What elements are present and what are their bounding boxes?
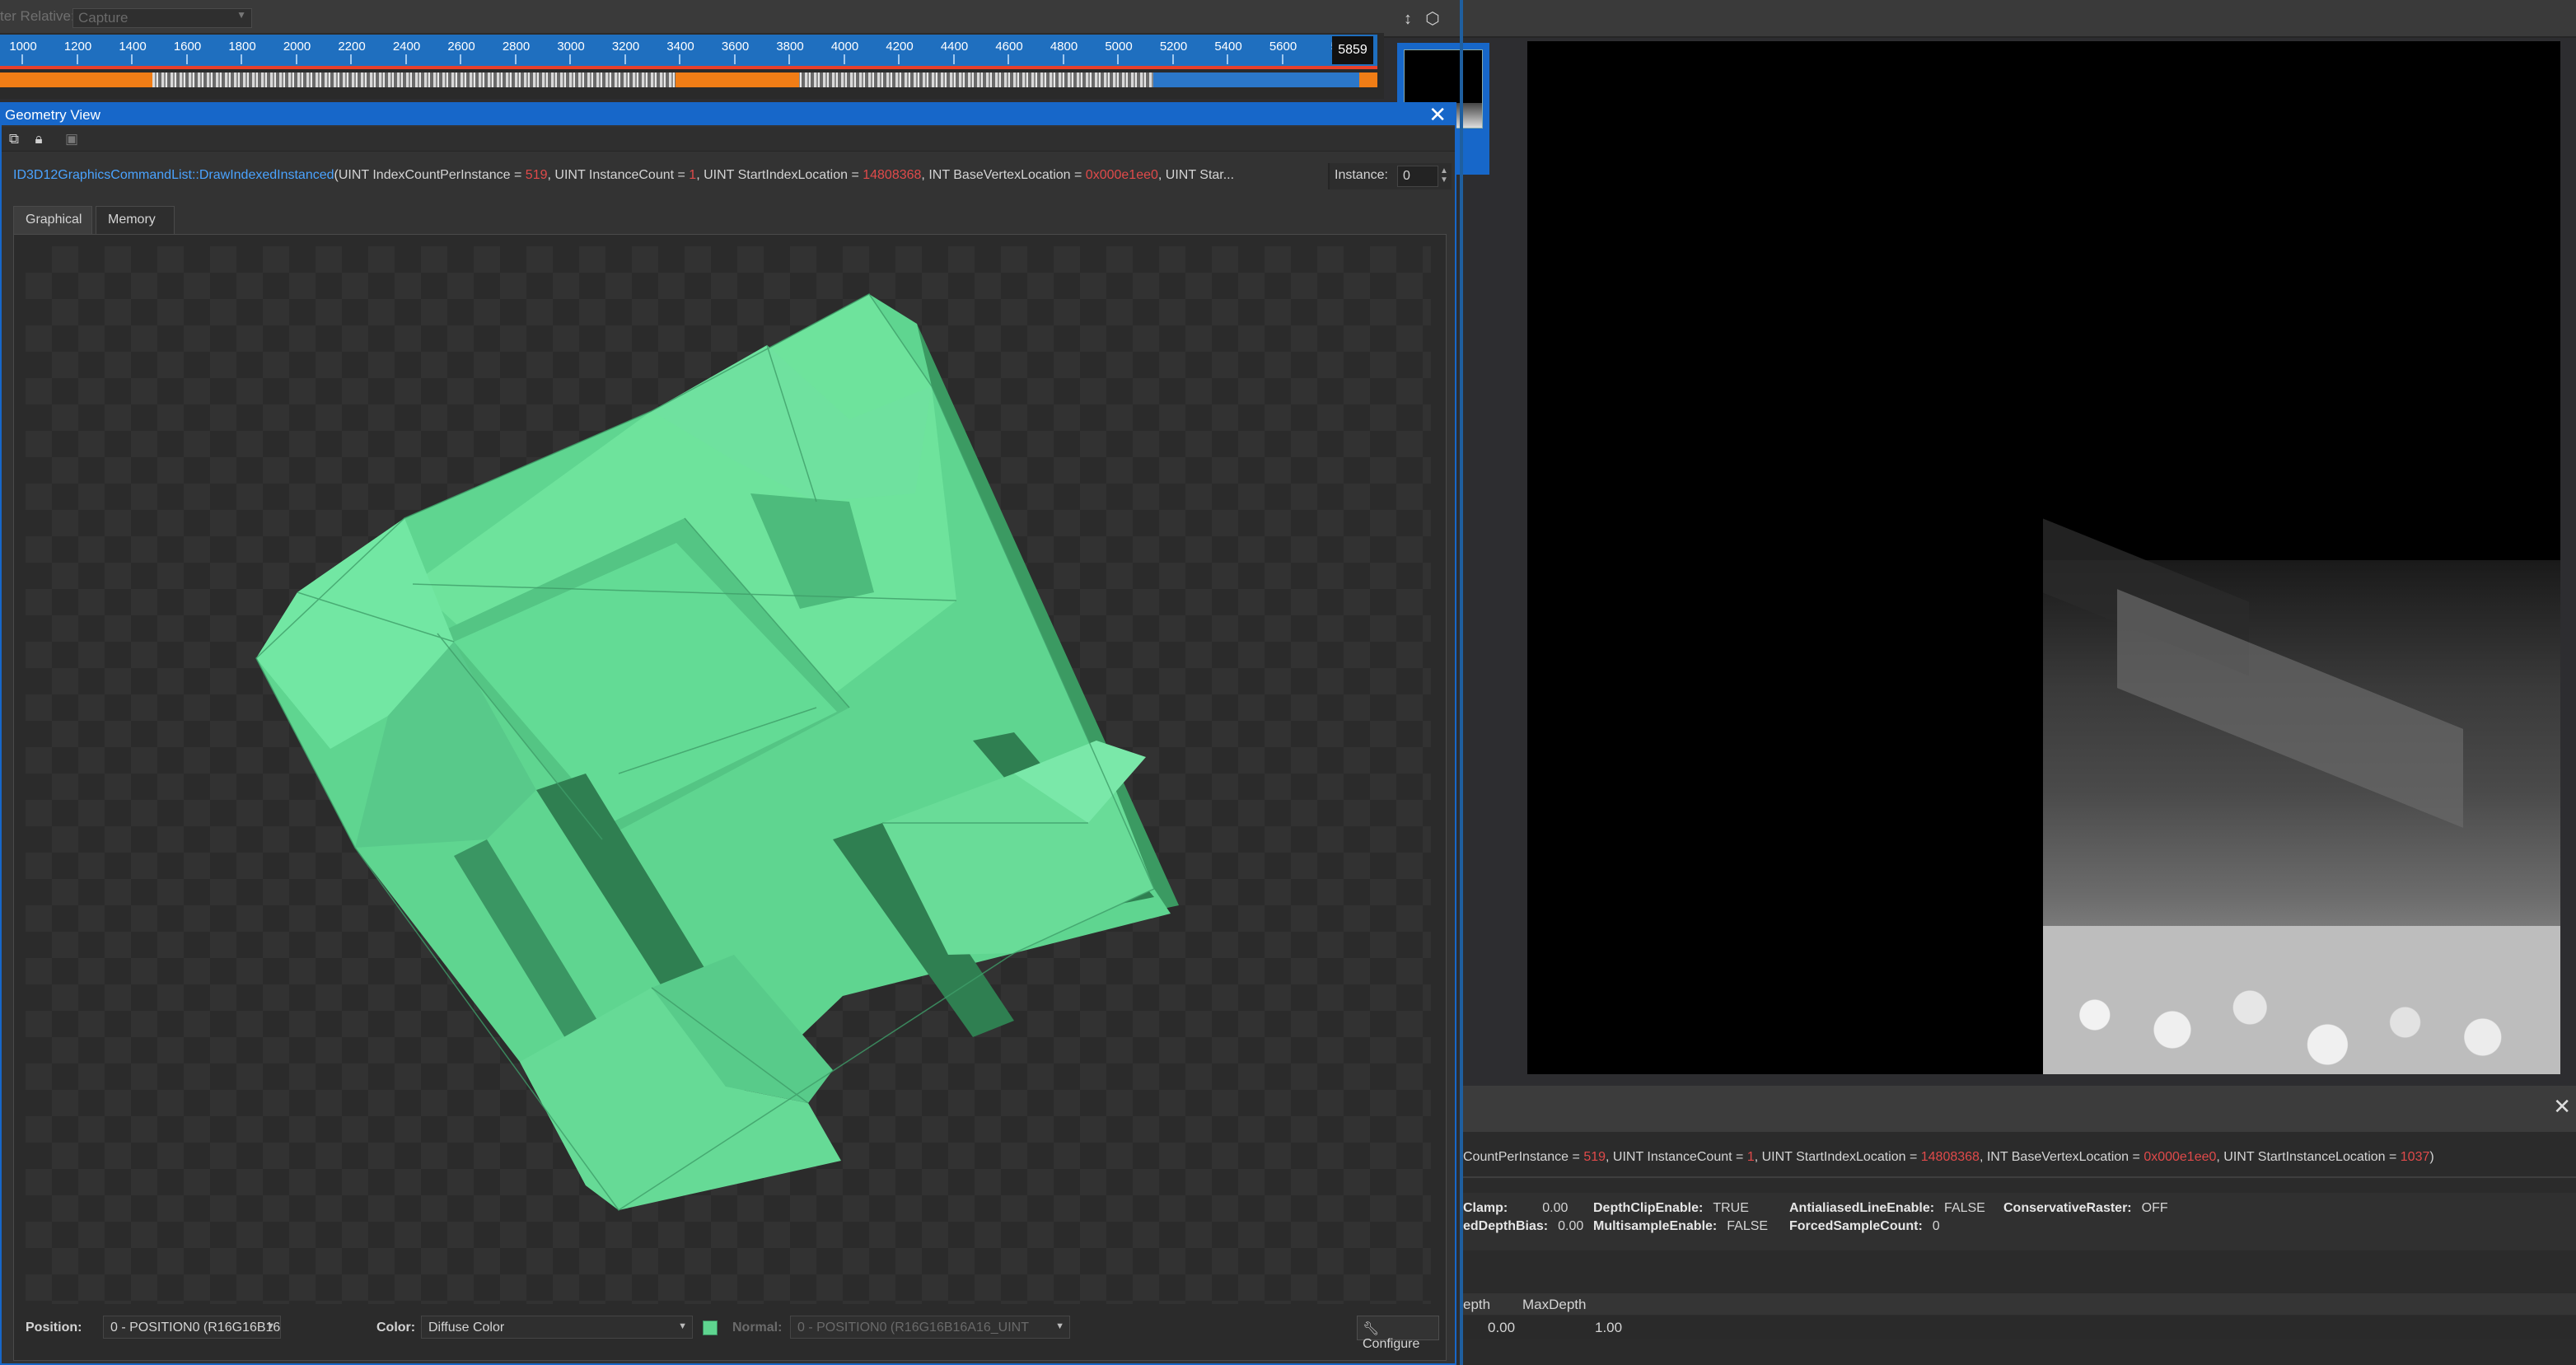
timeline-tick-label: 3200	[611, 40, 640, 54]
timeline-tick-label: 5000	[1105, 40, 1133, 54]
mesh-geometry	[255, 293, 1179, 1212]
timeline-ruler[interactable]: 1000 1200 1400 1600 1800 2000 2200 2400 2600 2800…	[0, 35, 1377, 66]
tab-memory[interactable]: Memory	[96, 206, 175, 234]
timeline-tick-label: 4000	[830, 40, 859, 54]
instance-label: Instance:	[1335, 168, 1388, 182]
render-target-viewport[interactable]	[1527, 41, 2560, 1074]
slope-depth-bias-field: edDepthBias: 0.00	[1463, 1219, 1584, 1233]
table-row: 0.00 1.00	[1463, 1316, 2576, 1339]
color-label: Color:	[376, 1321, 416, 1335]
graphical-panel: Position: 0 - POSITION0 (R16G16B16A16_UI…	[13, 234, 1447, 1361]
timeline-tick-label: 3400	[666, 40, 694, 54]
event-details-header: ✕	[1463, 1086, 2576, 1132]
timeline[interactable]: 1000 1200 1400 1600 1800 2000 2200 2400 2600 2800…	[0, 35, 1384, 99]
normal-label: Normal:	[732, 1321, 783, 1335]
timeline-tick-label: 1000	[9, 40, 37, 54]
timeline-tick-label: 4800	[1050, 40, 1078, 54]
timeline-tick-label: 2600	[447, 40, 475, 54]
column-header: epth	[1463, 1297, 1491, 1312]
forced-sample-count-field: ForcedSampleCount: 0	[1789, 1219, 1940, 1233]
viewport-table-header: epth MaxDepth	[1463, 1293, 2576, 1315]
close-icon[interactable]: ✕	[1428, 102, 1447, 128]
timeline-tick-label: 5600	[1269, 40, 1297, 54]
normal-select[interactable]: 0 - POSITION0 (R16G16B16A16_UINT ▼	[790, 1316, 1070, 1339]
timeline-tick-label: 1200	[63, 40, 92, 54]
configure-button[interactable]: 🔧︎ Configure	[1357, 1316, 1439, 1351]
timeline-tick-label: 5400	[1214, 40, 1242, 54]
timeline-cursor-label: 5859	[1332, 36, 1373, 64]
chevron-down-icon: ▼	[1055, 1321, 1064, 1331]
timeline-selection	[1153, 72, 1359, 87]
column-header: MaxDepth	[1522, 1297, 1587, 1312]
chevron-down-icon: ▼	[266, 1321, 275, 1331]
multisample-enable-field: MultisampleEnable: FALSE	[1593, 1219, 1769, 1233]
depth-clip-enable-field: DepthClipEnable: TRUE	[1593, 1201, 1749, 1215]
function-link[interactable]: ID3D12GraphicsCommandList::DrawIndexedIn…	[13, 168, 334, 182]
timeline-tick-label: 2800	[502, 40, 531, 54]
resize-vertical-icon[interactable]: ↕	[1397, 8, 1419, 30]
timeline-tick-label: 1400	[119, 40, 147, 54]
event-call-signature: CountPerInstance = 519, UINT InstanceCou…	[1463, 1150, 2434, 1164]
tab-graphical[interactable]: Graphical	[13, 206, 92, 234]
divider	[1463, 1176, 2576, 1178]
instance-stepper[interactable]: ▲ ▼	[1440, 166, 1450, 185]
window-titlebar[interactable]: Geometry View ✕	[2, 102, 1455, 128]
table-cell: 0.00	[1488, 1320, 1516, 1335]
table-cell: 1.00	[1595, 1320, 1623, 1335]
position-select[interactable]: 0 - POSITION0 (R16G16B16A16_UINT ▼	[103, 1316, 281, 1339]
timeline-tick-label: 2400	[392, 40, 421, 54]
lock-icon[interactable]: 🔒︎	[30, 130, 48, 148]
timeline-tick-label: 4400	[940, 40, 969, 54]
geometry-options-bar: Position: 0 - POSITION0 (R16G16B16A16_UI…	[26, 1309, 1439, 1351]
position-label: Position:	[26, 1321, 82, 1335]
conservative-raster-field: ConservativeRaster: OFF	[2003, 1201, 2168, 1215]
instance-input[interactable]: 0	[1397, 166, 1438, 187]
timeline-event-track[interactable]	[0, 72, 1377, 87]
depth-buffer-image	[2043, 518, 2560, 1074]
color-swatch[interactable]	[703, 1321, 718, 1335]
chevron-down-icon: ▼	[678, 1321, 687, 1331]
timeline-tick-label: 4600	[995, 40, 1023, 54]
timeline-tick-label: 2000	[283, 40, 311, 54]
instance-control: Instance: 0 ▲ ▼	[1328, 163, 1452, 189]
rasterizer-state: Clamp: 0.00 DepthClipEnable: TRUE Antialia…	[1463, 1193, 2576, 1250]
color-select[interactable]: Diffuse Color ▼	[421, 1316, 693, 1339]
timeline-tick-label: 3800	[776, 40, 804, 54]
depth-bias-clamp-field: Clamp: 0.00	[1463, 1201, 1569, 1215]
filter-relative-select[interactable]: Capture ▼	[72, 8, 252, 28]
copy-icon[interactable]: ⧉	[5, 130, 23, 148]
geometry-view-window: Geometry View ✕ ⧉ 🔒︎ ▣ ID3D12GraphicsCom…	[0, 102, 1456, 1365]
timeline-tick-label: 5200	[1159, 40, 1188, 54]
timeline-tick-label: 1600	[173, 40, 202, 54]
geometry-toolbar: ⧉ 🔒︎ ▣	[2, 127, 1455, 152]
timeline-tick-label: 2200	[338, 40, 366, 54]
event-details-panel: ✕ CountPerInstance = 519, UINT InstanceC…	[1463, 1086, 2576, 1365]
timeline-tick-label: 3000	[557, 40, 585, 54]
wrench-icon: 🔧︎	[1363, 1322, 1380, 1336]
draw-call-signature: ID3D12GraphicsCommandList::DrawIndexedIn…	[13, 168, 1235, 182]
filter-bar: ter Relative: Capture ▼	[0, 0, 1384, 35]
cube-icon[interactable]: ⬡	[1422, 8, 1443, 30]
close-icon[interactable]: ✕	[2553, 1094, 2571, 1120]
preview-toolbar: ↕ ⬡	[1384, 0, 2576, 38]
mesh-render	[255, 293, 1179, 1212]
window-title: Geometry View	[5, 107, 101, 123]
timeline-gap	[676, 72, 799, 87]
chevron-down-icon: ▼	[236, 9, 246, 21]
timeline-tick-label: 4200	[886, 40, 914, 54]
timeline-tick-label: 3600	[721, 40, 750, 54]
filter-relative-value: Capture	[78, 10, 129, 26]
geometry-canvas[interactable]	[26, 246, 1431, 1304]
antialiased-line-field: AntialiasedLineEnable: FALSE	[1789, 1201, 1985, 1215]
save-icon[interactable]: ▣	[63, 130, 81, 148]
timeline-range-line	[0, 66, 1377, 69]
filter-label: ter Relative:	[0, 8, 75, 24]
timeline-tick-label: 1800	[228, 40, 256, 54]
